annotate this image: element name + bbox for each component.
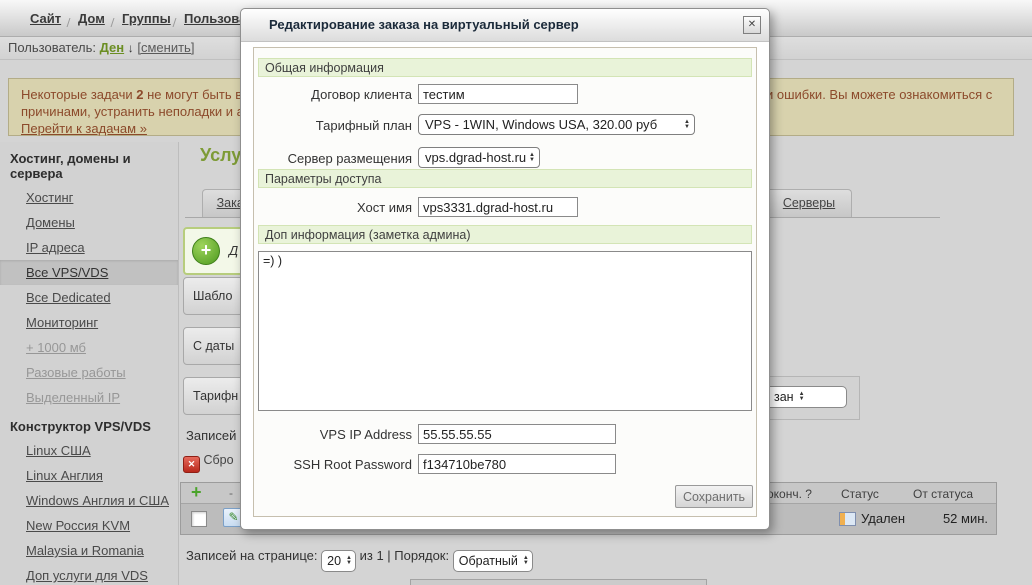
arrow-down-icon: ↓ [128, 41, 134, 55]
modal-body: Общая информация Договор клиента Тарифны… [253, 47, 757, 517]
per-page-label: Записей на странице: [186, 548, 318, 563]
vps-ip-input[interactable] [418, 424, 616, 444]
warning-text-line1: Некоторые задачи 2 не могут быть вып [21, 87, 259, 102]
warning-text-line1-right: и ошибки. Вы можете ознакомиться с [766, 87, 992, 102]
server-select-value: vps.dgrad-host.ru [425, 150, 526, 165]
host-label: Хост имя [254, 200, 412, 215]
tab-servers[interactable]: Серверы [766, 189, 852, 218]
goto-tasks-link[interactable]: Перейти к задачам » [21, 121, 147, 136]
row-checkbox[interactable] [191, 511, 207, 527]
select-arrows-icon [529, 153, 535, 163]
sidebar-item-one-time[interactable]: Разовые работы [0, 360, 178, 385]
nav-divider [173, 18, 177, 27]
ssh-password-input[interactable] [418, 454, 616, 474]
nav-home[interactable]: Дом [78, 11, 105, 26]
sidebar-item-linux-uk[interactable]: Linux Англия [0, 463, 178, 488]
sidebar-item-russia-kvm[interactable]: New Россия KVM [0, 513, 178, 538]
records-label: Записей [186, 428, 236, 443]
nav-divider [111, 18, 115, 27]
col-status: Статус [841, 487, 879, 501]
nav-divider [67, 18, 71, 27]
warning-text-line2: причинами, устранить неполадки и акти [21, 104, 263, 119]
sidebar-section-vps-builder-title: Конструктор VPS/VDS [0, 410, 178, 438]
sidebar-section-hosting-title: Хостинг, домены и сервера [0, 142, 178, 185]
sidebar-item-domains[interactable]: Домены [0, 210, 178, 235]
per-page-value: 20 [327, 554, 341, 568]
sidebar-item-all-dedicated[interactable]: Все Dedicated [0, 285, 178, 310]
plan-select[interactable]: VPS - 1WIN, Windows USA, 320.00 руб [418, 114, 695, 135]
modal-title-bar: Редактирование заказа на виртуальный сер… [241, 9, 769, 42]
add-row-icon[interactable]: + [191, 482, 202, 503]
sidebar-item-1000mb[interactable]: + 1000 мб [0, 335, 178, 360]
select-arrows-icon [799, 392, 805, 402]
user-label: Пользователь: [8, 40, 96, 55]
filter-select-value: зан [774, 390, 794, 404]
username-link[interactable]: Ден [100, 40, 125, 55]
col-from-status: От статуса [913, 487, 973, 501]
col-end-date: оконч. ? [767, 487, 812, 501]
ssh-password-label: SSH Root Password [254, 457, 412, 472]
app-root: Сайт Дом Группы Пользова Пользователь: Д… [0, 0, 1032, 585]
bottom-panel-edge [410, 579, 707, 585]
nav-groups[interactable]: Группы [122, 11, 171, 26]
section-access-params: Параметры доступа [258, 169, 752, 188]
sidebar-item-hosting[interactable]: Хостинг [0, 185, 178, 210]
nav-site[interactable]: Сайт [30, 11, 61, 26]
contract-label: Договор клиента [254, 87, 412, 102]
contract-input[interactable] [418, 84, 578, 104]
tab-servers-label[interactable]: Серверы [783, 196, 835, 210]
reset-filters-button[interactable]: ✕ Сбро [183, 453, 234, 473]
sidebar-item-ip[interactable]: IP адреса [0, 235, 178, 260]
per-page-select[interactable]: 20 [321, 550, 356, 572]
sidebar-item-malaysia[interactable]: Malaysia и Romania [0, 538, 178, 563]
plus-circle-icon: + [192, 237, 220, 265]
reset-label: Сбро [203, 453, 233, 467]
plan-select-value: VPS - 1WIN, Windows USA, 320.00 руб [425, 117, 657, 132]
section-general-info: Общая информация [258, 58, 752, 77]
change-user-link[interactable]: [сменить] [137, 40, 194, 55]
sidebar: Хостинг, домены и сервера Хостинг Домены… [0, 142, 179, 585]
admin-note-textarea[interactable]: =) ) [258, 251, 752, 411]
sidebar-item-windows[interactable]: Windows Англия и США [0, 488, 178, 513]
status-icon [839, 512, 856, 526]
select-arrows-icon [346, 556, 352, 566]
sidebar-item-dedicated-ip[interactable]: Выделенный IP [0, 385, 178, 410]
close-icon[interactable]: ✕ [743, 16, 761, 34]
nav-users[interactable]: Пользова [184, 11, 246, 26]
sidebar-item-monitoring[interactable]: Мониторинг [0, 310, 178, 335]
vps-ip-label: VPS IP Address [254, 427, 412, 442]
page-count-label: из 1 | Порядок: [360, 548, 449, 563]
status-time: 52 мин. [943, 511, 988, 526]
order-value: Обратный [459, 554, 518, 568]
pagination-bar: Записей на странице: 20 из 1 | Порядок: … [186, 548, 533, 570]
red-cross-icon: ✕ [183, 456, 200, 473]
select-arrows-icon [523, 556, 529, 566]
sidebar-item-vds-extras[interactable]: Доп услуги для VDS [0, 563, 178, 585]
host-input[interactable] [418, 197, 578, 217]
order-select[interactable]: Обратный [453, 550, 533, 572]
modal-edit-order: Редактирование заказа на виртуальный сер… [240, 8, 770, 530]
server-label: Сервер размещения [254, 151, 412, 166]
sidebar-item-linux-usa[interactable]: Linux США [0, 438, 178, 463]
sidebar-item-all-vps[interactable]: Все VPS/VDS [0, 260, 178, 285]
add-order-label: Д [229, 243, 238, 258]
section-admin-note: Доп информация (заметка админа) [258, 225, 752, 244]
plan-label: Тарифный план [254, 118, 412, 133]
save-button[interactable]: Сохранить [675, 485, 753, 508]
select-arrows-icon [684, 120, 690, 130]
collapse-icon[interactable]: - [229, 486, 233, 500]
modal-title: Редактирование заказа на виртуальный сер… [269, 17, 579, 32]
server-select[interactable]: vps.dgrad-host.ru [418, 147, 540, 168]
status-text: Удален [861, 511, 905, 526]
